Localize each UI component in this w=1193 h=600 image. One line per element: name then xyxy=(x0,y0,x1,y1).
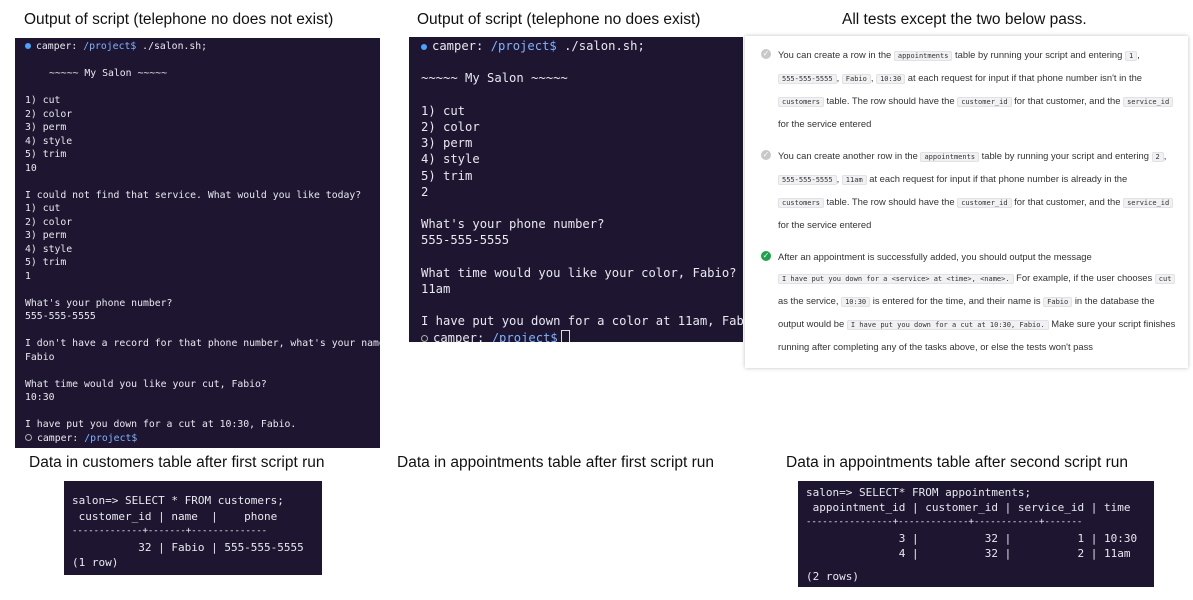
row-count: (2 rows) xyxy=(806,570,859,584)
time-answer: 10:30 xyxy=(25,392,55,403)
user-input: 10 xyxy=(25,162,37,174)
menu-item: 4) style xyxy=(25,135,73,147)
test-item-create-another-row: ✓ You can create another row in the appo… xyxy=(761,145,1178,235)
prompt-line: camper: /project$ ./salon.sh; xyxy=(25,40,370,54)
menu-item: 4) style xyxy=(421,152,480,167)
code-snippet: service_id xyxy=(1123,97,1174,107)
code-snippet: appointments xyxy=(920,152,980,162)
code-snippet: customers xyxy=(778,97,824,107)
menu-item: 1) cut xyxy=(25,203,61,214)
row-count: (1 row) xyxy=(72,556,119,569)
prompt-dot-icon xyxy=(421,43,427,50)
caption-terminal-2: Output of script (telephone no does exis… xyxy=(417,11,701,28)
table-row: 4 | 32 | 2 | 11am xyxy=(806,546,1131,560)
code-snippet: appointments xyxy=(893,51,953,61)
salon-banner: ~~~~~ My Salon ~~~~~ xyxy=(49,68,167,79)
cursor-icon xyxy=(560,329,570,342)
menu-item: 2) color xyxy=(25,216,73,228)
menu-item: 3) perm xyxy=(25,230,67,241)
phone-answer: 555-555-5555 xyxy=(25,311,96,322)
table-header: customer_id | name | phone xyxy=(72,509,278,523)
tests-panel: ✓ You can create a row in the appointmen… xyxy=(745,36,1188,368)
sql-query: salon=> SELECT* FROM appointments; xyxy=(806,486,1032,499)
code-snippet: I have put you down for a <service> at <… xyxy=(778,274,1014,284)
table-row: 32 | Fabio | 555-555-5555 xyxy=(72,540,304,554)
passed-check-icon: ✓ xyxy=(761,251,771,261)
salon-banner: ~~~~~ My Salon ~~~~~ xyxy=(421,71,568,86)
neutral-check-icon: ✓ xyxy=(761,150,771,160)
neutral-check-icon: ✓ xyxy=(761,49,771,59)
code-snippet: 2 xyxy=(1151,152,1164,162)
code-snippet: Fabio xyxy=(841,74,871,84)
code-snippet: Fabio xyxy=(1043,297,1073,307)
time-question: What time would you like your cut, Fabio… xyxy=(25,378,267,390)
sql-query: salon=> SELECT * FROM customers; xyxy=(72,494,284,507)
appointments-query-terminal: salon=> SELECT* FROM appointments; appoi… xyxy=(798,481,1154,587)
time-answer: 11am xyxy=(421,281,451,296)
caption-customers-table: Data in customers table after first scri… xyxy=(29,454,325,471)
result-message: I have put you down for a color at 11am,… xyxy=(421,314,743,329)
test-item-output-message: ✓ After an appointment is successfully a… xyxy=(761,251,1176,352)
table-divider: ----------------+-------------+---------… xyxy=(806,517,1083,528)
menu-item: 5) trim xyxy=(421,168,473,183)
code-snippet: customers xyxy=(778,198,824,208)
menu-item: 1) cut xyxy=(25,95,61,106)
phone-answer: 555-555-5555 xyxy=(421,233,510,248)
code-snippet: 10:30 xyxy=(841,297,871,307)
menu-item: 3) perm xyxy=(421,136,473,151)
name-answer: Fabio xyxy=(25,351,55,363)
prompt-dot-icon xyxy=(421,334,428,342)
menu-item: 3) perm xyxy=(25,122,67,133)
end-prompt: camper: /project$ xyxy=(421,329,731,342)
customers-query-terminal: salon=> SELECT * FROM customers; custome… xyxy=(64,481,322,575)
prompt-line: camper: /project$ ./salon.sh; xyxy=(421,38,731,54)
code-snippet: service_id xyxy=(1123,198,1174,208)
user-input: 2 xyxy=(421,184,429,199)
table-divider: -------------+-------+-------------- xyxy=(72,526,268,536)
menu-item: 5) trim xyxy=(25,149,67,160)
code-snippet: customer_id xyxy=(957,198,1012,208)
name-question: I don't have a record for that phone num… xyxy=(25,338,380,349)
code-snippet: 1 xyxy=(1124,51,1138,61)
caption-tests: All tests except the two below pass. xyxy=(842,11,1087,28)
code-snippet: customer_id xyxy=(957,97,1012,107)
table-header: appointment_id | customer_id | service_i… xyxy=(806,501,1131,515)
menu-item: 1) cut xyxy=(421,103,466,118)
caption-terminal-1: Output of script (telephone no does not … xyxy=(24,11,334,28)
user-input: 1 xyxy=(25,270,31,282)
prompt-dot-icon xyxy=(25,43,31,49)
menu-item: 5) trim xyxy=(25,257,67,268)
phone-question: What's your phone number? xyxy=(25,297,173,309)
code-snippet: cut xyxy=(1154,274,1176,284)
caption-appointments-first: Data in appointments table after first s… xyxy=(397,454,715,471)
caption-appointments-second: Data in appointments table after second … xyxy=(786,454,1129,471)
terminal-phone-exists: camper: /project$ ./salon.sh; ~~~~~ My S… xyxy=(409,37,743,342)
prompt-dot-icon xyxy=(25,434,32,441)
menu-item: 4) style xyxy=(25,243,73,255)
code-snippet: 10:30 xyxy=(876,74,906,84)
code-snippet: I have put you down for a cut at 10:30, … xyxy=(846,320,1049,330)
code-snippet: 555-555-5555 xyxy=(778,74,837,84)
result-message: I have put you down for a cut at 10:30, … xyxy=(25,419,297,430)
menu-item: 2) color xyxy=(25,108,73,120)
time-question: What time would you like your color, Fab… xyxy=(421,265,737,280)
code-snippet: 11am xyxy=(841,175,867,185)
end-prompt: camper: /project$ xyxy=(25,432,370,446)
table-row: 3 | 32 | 1 | 10:30 xyxy=(806,531,1138,545)
menu-item: 2) color xyxy=(421,119,480,134)
terminal-no-phone: camper: /project$ ./salon.sh; ~~~~~ My S… xyxy=(15,38,380,448)
phone-question: What's your phone number? xyxy=(421,217,605,232)
code-snippet: 555-555-5555 xyxy=(778,175,837,185)
not-found-message: I could not find that service. What woul… xyxy=(25,189,362,201)
test-item-create-row: ✓ You can create a row in the appointmen… xyxy=(761,44,1178,134)
